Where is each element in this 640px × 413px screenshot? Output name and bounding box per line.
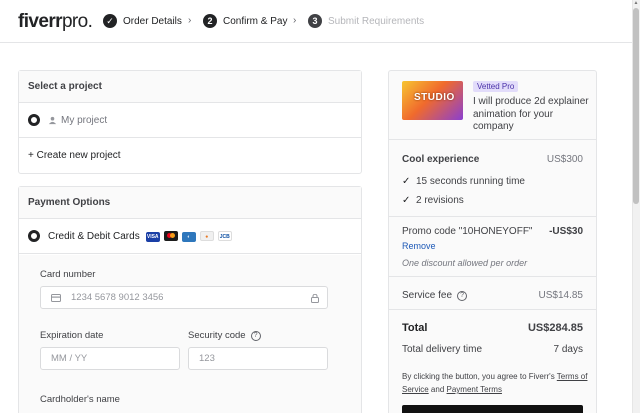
amex-icon: ◐ xyxy=(181,232,196,242)
step-number: 2 xyxy=(203,14,217,28)
service-fee-value: US$14.85 xyxy=(538,290,583,301)
logo-suffix: pro. xyxy=(61,11,93,32)
checkmark-icon: ✓ xyxy=(402,195,411,206)
promo-discount: -US$30 xyxy=(549,226,583,237)
project-heading: Select a project xyxy=(19,71,361,103)
delivery-time-label: Total delivery time xyxy=(402,344,483,355)
security-code-label-row: Security code ? xyxy=(188,330,261,341)
credit-card-icon xyxy=(51,293,61,302)
project-name: My project xyxy=(61,114,108,126)
security-code-label: Security code xyxy=(188,330,246,341)
step-label: Order Details xyxy=(123,15,182,27)
payment-method-cards[interactable]: Credit & Debit Cards VISA ◐ ● JCB xyxy=(19,219,361,254)
promo-remove-link[interactable]: Remove xyxy=(402,241,436,251)
divider xyxy=(389,216,596,217)
promo-code-label: Promo code "10HONEYOFF" xyxy=(402,226,533,237)
security-code-placeholder: 123 xyxy=(199,353,215,364)
step-label: Submit Requirements xyxy=(328,15,425,27)
service-fee-row: Service fee ? xyxy=(402,290,468,301)
help-icon[interactable]: ? xyxy=(250,330,261,341)
create-project-link[interactable]: + Create new project xyxy=(19,138,361,173)
divider xyxy=(389,309,596,310)
service-fee-label: Service fee xyxy=(402,290,453,301)
card-number-label: Card number xyxy=(40,269,96,280)
card-number-placeholder: 1234 5678 9012 3456 xyxy=(71,292,164,303)
step-order-details[interactable]: ✓ Order Details xyxy=(103,13,182,29)
terms-and: and xyxy=(430,385,445,394)
payment-terms-link[interactable]: Payment Terms xyxy=(447,385,502,394)
gig-thumbnail[interactable]: STUDIO xyxy=(402,81,463,120)
mastercard-icon xyxy=(163,231,178,241)
terms-notice: By clicking the button, you agree to Fiv… xyxy=(402,370,588,396)
divider xyxy=(389,276,596,277)
step-number: 3 xyxy=(308,14,322,28)
expiration-label: Expiration date xyxy=(40,330,104,341)
package-name: Cool experience xyxy=(402,154,480,165)
checkmark-icon: ✓ xyxy=(402,176,411,187)
feature-running-time: 15 seconds running time xyxy=(416,176,525,187)
expiration-placeholder: MM / YY xyxy=(51,353,88,364)
radio-selected[interactable] xyxy=(28,114,40,126)
lock-icon xyxy=(311,294,319,303)
checkout-header: fiverrpro. ✓ Order Details › 2 Confirm &… xyxy=(0,0,632,43)
order-summary: STUDIO Vetted Pro I will produce 2d expl… xyxy=(388,70,597,413)
jcb-icon: JCB xyxy=(217,231,232,241)
gig-title: I will produce 2d explainer animation fo… xyxy=(473,96,589,132)
fiverr-pro-logo[interactable]: fiverrpro. xyxy=(18,11,93,33)
chevron-right-icon: › xyxy=(293,15,297,26)
divider xyxy=(389,139,596,140)
total-label: Total xyxy=(402,322,428,334)
vetted-pro-badge: Vetted Pro xyxy=(473,81,519,92)
package-price: US$300 xyxy=(546,154,583,165)
users-icon xyxy=(48,116,57,124)
page-scrollbar[interactable]: ▲ xyxy=(632,0,640,413)
expiration-input[interactable]: MM / YY xyxy=(40,347,180,370)
step-confirm-pay: 2 Confirm & Pay xyxy=(203,13,287,29)
confirm-pay-button[interactable] xyxy=(402,405,583,413)
payment-method-label: Credit & Debit Cards xyxy=(48,230,140,242)
discover-icon: ● xyxy=(199,231,214,241)
create-project-label: + Create new project xyxy=(28,150,121,161)
terms-prefix: By clicking the button, you agree to Fiv… xyxy=(402,372,555,381)
card-brand-icons: VISA ◐ ● JCB xyxy=(142,230,232,242)
scroll-thumb[interactable] xyxy=(633,8,639,204)
checkmark-icon: ✓ xyxy=(103,14,117,28)
help-icon[interactable]: ? xyxy=(457,290,468,301)
payment-heading: Payment Options xyxy=(19,187,361,219)
scroll-up-arrow-icon[interactable]: ▲ xyxy=(633,0,639,6)
feature-revisions: 2 revisions xyxy=(416,195,464,206)
total-value: US$284.85 xyxy=(527,322,583,334)
radio-selected[interactable] xyxy=(28,230,40,242)
card-number-input[interactable]: 1234 5678 9012 3456 xyxy=(40,286,328,309)
chevron-right-icon: › xyxy=(188,15,192,26)
step-label: Confirm & Pay xyxy=(223,15,288,27)
project-card: Select a project My project + Create new… xyxy=(18,70,362,174)
visa-icon: VISA xyxy=(145,232,160,242)
promo-note: One discount allowed per order xyxy=(402,258,528,268)
project-option-my-project[interactable]: My project xyxy=(19,103,361,138)
logo-main: fiverr xyxy=(18,11,63,32)
security-code-input[interactable]: 123 xyxy=(188,347,328,370)
delivery-time-value: 7 days xyxy=(553,344,583,355)
step-submit-requirements: 3 Submit Requirements xyxy=(308,13,424,29)
thumbnail-art: STUDIO xyxy=(414,92,455,103)
cardholder-name-label: Cardholder's name xyxy=(40,394,120,405)
